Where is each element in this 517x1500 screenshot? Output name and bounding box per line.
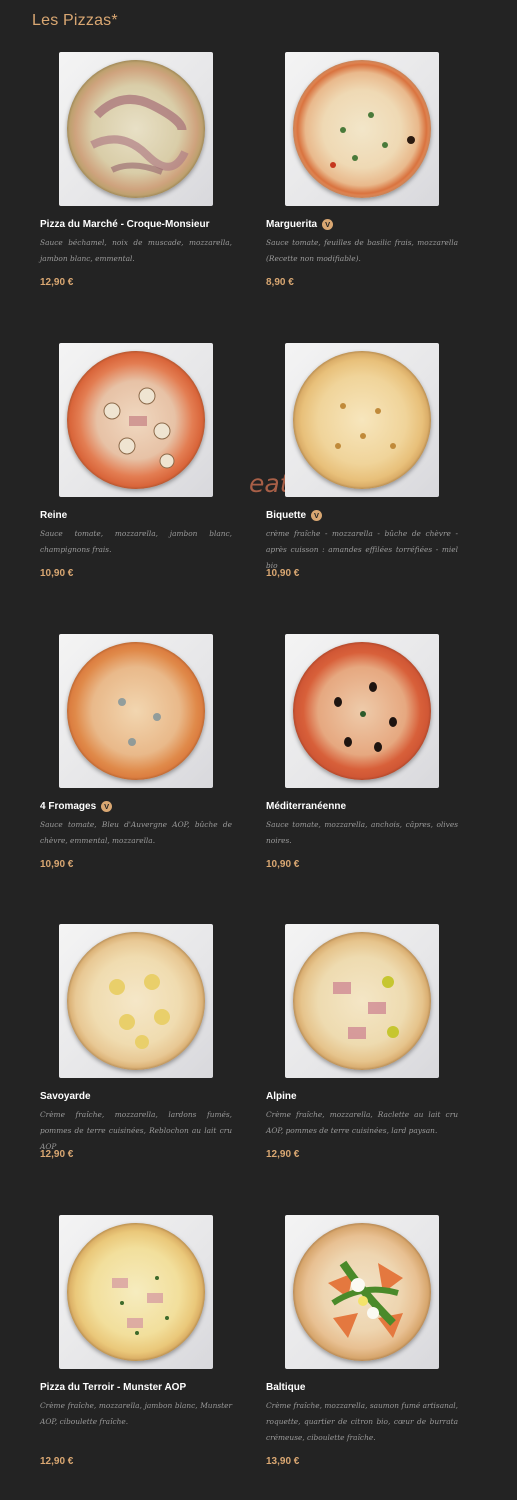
pizza-description: Crème fraîche, mozzarella, lardons fumés…	[40, 1110, 232, 1151]
pizza-description: Sauce tomate, feuilles de basilic frais,…	[266, 238, 458, 263]
pizza-name: Baltique	[266, 1382, 306, 1393]
pizza-image	[67, 932, 205, 1070]
pizza-description: crème fraîche - mozzarella - bûche de ch…	[266, 529, 458, 570]
vegetarian-icon: V	[101, 801, 113, 812]
pizza-image	[293, 1223, 431, 1361]
pizza-image	[67, 60, 205, 198]
pizza-name: Méditerranéenne	[266, 801, 347, 812]
pizza-price: 10,90 €	[266, 568, 300, 579]
pizza-description: Sauce béchamel, noix de muscade, mozzare…	[40, 238, 232, 263]
pizza-photo[interactable]	[59, 924, 213, 1078]
pizza-name: Pizza du Terroir - Munster AOP	[40, 1382, 187, 1393]
pizza-description: Crème fraîche, mozzarella, saumon fumé a…	[266, 1401, 458, 1442]
pizza-photo[interactable]	[285, 924, 439, 1078]
pizza-image	[293, 642, 431, 780]
pizza-name: Savoyarde	[40, 1091, 91, 1102]
pizza-image	[293, 60, 431, 198]
pizza-price: 12,90 €	[266, 1149, 300, 1160]
pizza-description: Sauce tomate, Bleu d'Auvergne AOP, bûche…	[40, 820, 232, 845]
pizza-image	[67, 1223, 205, 1361]
pizza-price: 10,90 €	[40, 568, 74, 579]
pizza-description: Sauce tomate, mozzarella, anchois, câpre…	[266, 820, 458, 845]
pizza-photo[interactable]	[285, 52, 439, 206]
pizza-description: Crème fraîche, mozzarella, Raclette au l…	[266, 1110, 458, 1135]
pizza-name: Alpine	[266, 1091, 297, 1102]
pizza-image	[67, 642, 205, 780]
pizza-price: 12,90 €	[40, 1149, 74, 1160]
pizza-name: Biquette V	[266, 510, 466, 521]
pizza-name: 4 Fromages V	[40, 801, 240, 812]
pizza-price: 10,90 €	[266, 859, 300, 870]
pizza-photo[interactable]	[285, 1215, 439, 1369]
pizza-photo[interactable]	[59, 52, 213, 206]
pizza-photo[interactable]	[285, 634, 439, 788]
pizza-name: Reine	[40, 510, 68, 521]
pizza-image	[293, 932, 431, 1070]
vegetarian-icon: V	[322, 219, 334, 230]
pizza-description: Sauce tomate, mozzarella, jambon blanc, …	[40, 529, 232, 554]
pizza-price: 12,90 €	[40, 1456, 74, 1467]
pizza-photo[interactable]	[285, 343, 439, 497]
pizza-price: 10,90 €	[40, 859, 74, 870]
vegetarian-icon: V	[311, 510, 322, 521]
pizza-photo[interactable]	[59, 1215, 213, 1369]
pizza-photo[interactable]	[59, 634, 213, 788]
pizza-description: Crème fraîche, mozzarella, jambon blanc,…	[40, 1401, 232, 1426]
pizza-name: Marguerita V	[266, 219, 466, 230]
section-title: Les Pizzas*	[32, 12, 118, 29]
pizza-photo[interactable]	[59, 343, 213, 497]
pizza-price: 12,90 €	[40, 277, 74, 288]
pizza-name: Pizza du Marché - Croque-Monsieur	[40, 219, 210, 230]
pizza-price: 8,90 €	[266, 277, 294, 288]
pizza-price: 13,90 €	[266, 1456, 300, 1467]
pizza-image	[67, 351, 205, 489]
pizza-image	[293, 351, 431, 489]
